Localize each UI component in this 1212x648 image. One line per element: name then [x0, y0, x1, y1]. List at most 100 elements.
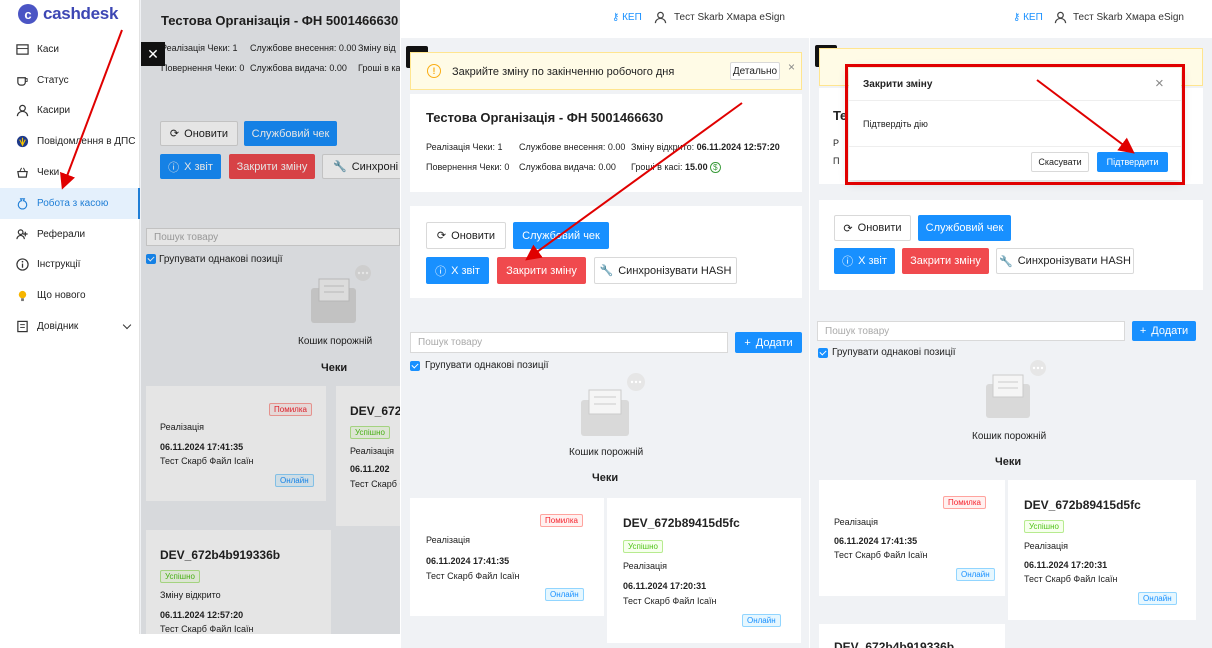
refresh-icon: ⟳: [843, 222, 853, 235]
details-button[interactable]: Детально: [730, 62, 780, 80]
check-card[interactable]: Помилка Реалізація 06.11.2024 17:41:35 Т…: [410, 498, 604, 616]
empty-cart-icon: [986, 360, 1046, 418]
info-icon: ⓘ: [435, 265, 447, 278]
logo-mark-icon: c: [18, 4, 38, 24]
refresh-icon: ⟳: [436, 230, 447, 242]
sync-hash-button[interactable]: 🔧 Синхронізувати HASH: [996, 248, 1134, 274]
close-icon[interactable]: ×: [788, 60, 795, 74]
panel-main-view: ⚷ КЕП Тест Skarb Хмара eSign ! Закрийте …: [401, 0, 809, 648]
check-card[interactable]: DEV_672b4b919336b: [819, 624, 1005, 648]
panel-sidebar-view: Тестова Організація - ФН 5001466630 Реал…: [0, 0, 400, 634]
status-badge: Помилка: [540, 514, 583, 527]
money-icon: $: [710, 162, 721, 173]
user-name[interactable]: Тест Skarb Хмара eSign: [674, 12, 785, 23]
refresh-button[interactable]: ⟳ Оновити: [426, 222, 506, 249]
receipt-icon: [17, 167, 28, 178]
wrench-icon: 🔧: [999, 255, 1013, 268]
sidebar: c cashdesk Каси Статус Касири Повідомлен…: [0, 0, 140, 634]
banner-text: Закрийте зміну по закінченню робочого дн…: [452, 66, 675, 78]
sales-count: Реалізація Чеки: 1: [426, 142, 503, 152]
sidebar-item-checks[interactable]: Чеки: [0, 157, 140, 188]
reference-icon: [17, 320, 28, 333]
org-card: Тестова Організація - ФН 5001466630 Реал…: [410, 94, 802, 192]
group-checkbox[interactable]: [818, 348, 828, 358]
bulb-icon: [18, 291, 27, 302]
sidebar-item-cash-work[interactable]: Робота з касою: [0, 187, 140, 219]
money-bag-icon: [17, 198, 28, 210]
top-header: ⚷ КЕП Тест Skarb Хмара eSign: [401, 0, 809, 38]
returns-count: Повернення Чеки: 0: [426, 162, 510, 172]
user-icon: [654, 11, 667, 24]
group-checkbox[interactable]: [410, 361, 420, 371]
sidebar-item-kasy[interactable]: Каси: [0, 34, 140, 65]
close-shift-button[interactable]: Закрити зміну: [902, 248, 989, 274]
search-input[interactable]: Пошук товару: [410, 332, 728, 353]
add-button[interactable]: + Додати: [735, 332, 802, 353]
checks-title: Чеки: [995, 456, 1022, 468]
sidebar-item-whats-new[interactable]: Що нового: [0, 280, 140, 311]
status-badge: Успішно: [623, 540, 663, 553]
service-out: Службова видача: 0.00: [519, 162, 616, 172]
status-badge: Успішно: [1024, 520, 1064, 533]
mode-badge: Онлайн: [742, 614, 781, 627]
warning-icon: !: [427, 64, 441, 78]
sync-hash-button[interactable]: 🔧 Синхронізувати HASH: [594, 257, 737, 284]
sidebar-nav: Каси Статус Касири Повідомлення в ДПС Че…: [0, 34, 140, 342]
cash-register-icon: [16, 44, 29, 55]
x-report-button[interactable]: ⓘ X звіт: [426, 257, 489, 284]
mode-badge: Онлайн: [956, 568, 995, 581]
service-check-button[interactable]: Службовий чек: [918, 215, 1011, 241]
mode-badge: Онлайн: [1138, 592, 1177, 605]
highlight-frame: [845, 64, 1185, 185]
empty-cart-text: Кошик порожній: [972, 431, 1047, 442]
group-label: Групувати однакові позиції: [832, 347, 956, 358]
mode-badge: Онлайн: [545, 588, 584, 601]
wrench-icon: 🔧: [599, 265, 614, 277]
key-icon: ⚷: [1013, 12, 1021, 23]
shift-opened: Зміну відкрито: 06.11.2024 12:57:20: [631, 142, 780, 152]
status-badge: Помилка: [943, 496, 986, 509]
cash-amount: Гроші в касі: 15.00 $: [631, 162, 721, 173]
logo[interactable]: c cashdesk: [18, 4, 118, 24]
info-icon: ⓘ: [842, 256, 854, 268]
close-icon: ✕: [147, 45, 159, 62]
sidebar-item-status[interactable]: Статус: [0, 65, 140, 96]
sidebar-item-cashiers[interactable]: Касири: [0, 96, 140, 127]
sidebar-item-instructions[interactable]: Інструкції: [0, 250, 140, 281]
coffee-icon: [17, 76, 28, 86]
kep-link[interactable]: ⚷ КЕП: [1013, 12, 1043, 23]
check-card[interactable]: DEV_672b89415d5fc Успішно Реалізація 06.…: [1008, 480, 1196, 620]
kep-link[interactable]: ⚷ КЕП: [612, 12, 642, 23]
user-icon: [16, 105, 29, 117]
checks-title: Чеки: [592, 472, 619, 484]
service-in: Службове внесення: 0.00: [519, 142, 626, 152]
user-icon: [1054, 11, 1067, 24]
referral-icon: [16, 228, 28, 239]
service-check-button[interactable]: Службовий чек: [513, 222, 609, 249]
actions-card: ⟳ Оновити Службовий чек ⓘ X звіт Закрити з…: [410, 206, 802, 298]
x-report-button[interactable]: ⓘ X звіт: [834, 248, 895, 274]
dps-icon: [16, 136, 29, 148]
refresh-button[interactable]: ⟳ Оновити: [834, 215, 911, 241]
group-label: Групувати однакові позиції: [425, 360, 549, 371]
panel-modal-view: ⚷ КЕП Тест Skarb Хмара eSign Te Р П ⟳ Оно…: [810, 0, 1212, 648]
top-header: ⚷ КЕП Тест Skarb Хмара eSign: [810, 0, 1212, 38]
info-icon: [16, 258, 29, 272]
search-input[interactable]: Пошук товару: [817, 321, 1125, 341]
key-icon: ⚷: [612, 12, 620, 23]
empty-cart-text: Кошик порожній: [569, 447, 644, 458]
sidebar-item-dps[interactable]: Повідомлення в ДПС: [0, 126, 140, 157]
actions-card: ⟳ Оновити Службовий чек ⓘ X звіт Закрити з…: [819, 200, 1203, 290]
modal-overlay: [141, 0, 400, 634]
add-button[interactable]: + Додати: [1132, 321, 1196, 341]
close-shift-button[interactable]: Закрити зміну: [497, 257, 586, 284]
empty-cart-icon: [581, 373, 645, 436]
sidebar-item-referrals[interactable]: Реферали: [0, 219, 140, 250]
close-sidebar-button[interactable]: ✕: [141, 42, 165, 66]
check-card[interactable]: Помилка Реалізація 06.11.2024 17:41:35 Т…: [819, 480, 1005, 596]
close-shift-banner: ! Закрийте зміну по закінченню робочого …: [410, 52, 802, 90]
sidebar-item-reference[interactable]: Довідник: [0, 311, 140, 342]
user-name[interactable]: Тест Skarb Хмара eSign: [1073, 12, 1184, 23]
org-title: Тестова Організація - ФН 5001466630: [426, 110, 664, 125]
check-card[interactable]: DEV_672b89415d5fc Успішно Реалізація 06.…: [607, 498, 801, 643]
